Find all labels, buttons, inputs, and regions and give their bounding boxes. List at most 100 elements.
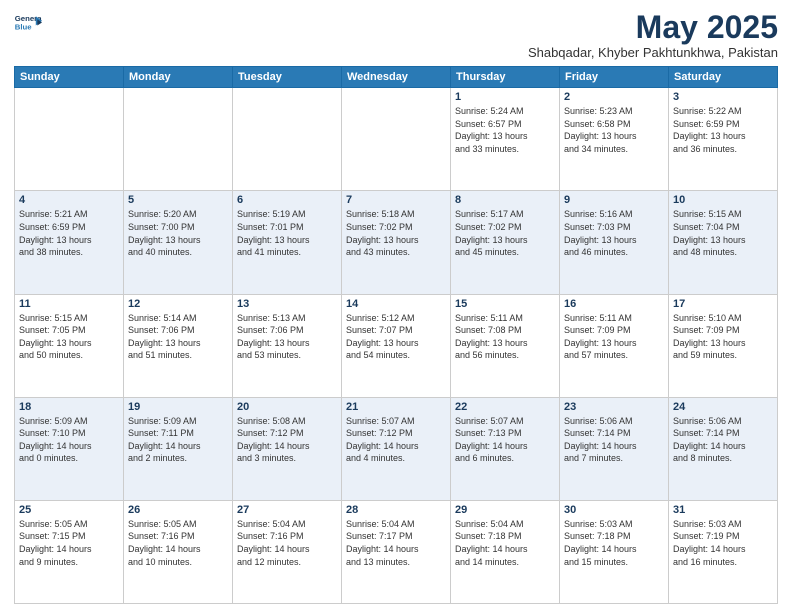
calendar-cell: 5 Sunrise: 5:20 AM Sunset: 7:00 PM Daylig… — [124, 191, 233, 294]
day-number: 28 — [346, 504, 446, 516]
week-row-3: 11Sunrise: 5:15 AM Sunset: 7:05 PM Dayli… — [15, 294, 778, 397]
day-info: Sunrise: 5:15 AM Sunset: 7:04 PM Dayligh… — [673, 208, 773, 258]
day-info: Sunrise: 5:03 AM Sunset: 7:18 PM Dayligh… — [564, 518, 664, 568]
calendar-cell: 31Sunrise: 5:03 AM Sunset: 7:19 PM Dayli… — [669, 500, 778, 603]
day-number: 30 — [564, 504, 664, 516]
day-number: 19 — [128, 401, 228, 413]
day-info: Sunrise: 5:04 AM Sunset: 7:16 PM Dayligh… — [237, 518, 337, 568]
weekday-header-sunday: Sunday — [15, 67, 124, 88]
week-row-5: 25 Sunrise: 5:05 AM Sunset: 7:15 PM Dayli… — [15, 500, 778, 603]
day-info: Sunrise: 5:09 AM Sunset: 7:11 PM Dayligh… — [128, 415, 228, 465]
day-number: 23 — [564, 401, 664, 413]
day-info: Sunrise: 5:04 AM Sunset: 7:18 PM Dayligh… — [455, 518, 555, 568]
day-number: 11 — [19, 298, 119, 310]
day-number: 13 — [237, 298, 337, 310]
calendar-cell: 25 Sunrise: 5:05 AM Sunset: 7:15 PM Dayli… — [15, 500, 124, 603]
day-number: 26 — [128, 504, 228, 516]
day-number: 25 — [19, 504, 119, 516]
calendar-cell: 15 Sunrise: 5:11 AM Sunset: 7:08 PM Dayli… — [451, 294, 560, 397]
day-number: 5 — [128, 194, 228, 206]
day-number: 21 — [346, 401, 446, 413]
day-info: Sunrise: 5:22 AM Sunset: 6:59 PM Dayligh… — [673, 105, 773, 155]
day-info: Sunrise: 5:03 AM Sunset: 7:19 PM Dayligh… — [673, 518, 773, 568]
day-info: Sunrise: 5:04 AM Sunset: 7:17 PM Dayligh… — [346, 518, 446, 568]
weekday-header-monday: Monday — [124, 67, 233, 88]
day-number: 8 — [455, 194, 555, 206]
day-number: 12 — [128, 298, 228, 310]
calendar-cell: 4 Sunrise: 5:21 AM Sunset: 6:59 PM Daylig… — [15, 191, 124, 294]
month-title: May 2025 — [528, 10, 778, 45]
calendar-cell: 10 Sunrise: 5:15 AM Sunset: 7:04 PM Dayli… — [669, 191, 778, 294]
calendar-cell: 9Sunrise: 5:16 AM Sunset: 7:03 PM Daylig… — [560, 191, 669, 294]
calendar-cell — [342, 88, 451, 191]
logo: General Blue — [14, 10, 42, 38]
day-number: 2 — [564, 91, 664, 103]
day-info: Sunrise: 5:07 AM Sunset: 7:12 PM Dayligh… — [346, 415, 446, 465]
calendar-cell: 1Sunrise: 5:24 AM Sunset: 6:57 PM Daylig… — [451, 88, 560, 191]
day-info: Sunrise: 5:18 AM Sunset: 7:02 PM Dayligh… — [346, 208, 446, 258]
day-info: Sunrise: 5:13 AM Sunset: 7:06 PM Dayligh… — [237, 312, 337, 362]
weekday-header-saturday: Saturday — [669, 67, 778, 88]
calendar-cell: 28 Sunrise: 5:04 AM Sunset: 7:17 PM Dayli… — [342, 500, 451, 603]
weekday-header-row: SundayMondayTuesdayWednesdayThursdayFrid… — [15, 67, 778, 88]
day-info: Sunrise: 5:19 AM Sunset: 7:01 PM Dayligh… — [237, 208, 337, 258]
calendar-cell: 3 Sunrise: 5:22 AM Sunset: 6:59 PM Daylig… — [669, 88, 778, 191]
day-info: Sunrise: 5:09 AM Sunset: 7:10 PM Dayligh… — [19, 415, 119, 465]
day-number: 10 — [673, 194, 773, 206]
calendar-cell: 18 Sunrise: 5:09 AM Sunset: 7:10 PM Dayli… — [15, 397, 124, 500]
calendar-cell: 16 Sunrise: 5:11 AM Sunset: 7:09 PM Dayli… — [560, 294, 669, 397]
calendar-cell: 7Sunrise: 5:18 AM Sunset: 7:02 PM Daylig… — [342, 191, 451, 294]
day-info: Sunrise: 5:11 AM Sunset: 7:09 PM Dayligh… — [564, 312, 664, 362]
day-number: 29 — [455, 504, 555, 516]
calendar-cell: 20 Sunrise: 5:08 AM Sunset: 7:12 PM Dayli… — [233, 397, 342, 500]
calendar-cell: 12 Sunrise: 5:14 AM Sunset: 7:06 PM Dayli… — [124, 294, 233, 397]
calendar-cell — [124, 88, 233, 191]
day-info: Sunrise: 5:11 AM Sunset: 7:08 PM Dayligh… — [455, 312, 555, 362]
day-info: Sunrise: 5:20 AM Sunset: 7:00 PM Dayligh… — [128, 208, 228, 258]
header: General Blue May 2025 Shabqadar, Khyber … — [14, 10, 778, 60]
day-info: Sunrise: 5:08 AM Sunset: 7:12 PM Dayligh… — [237, 415, 337, 465]
day-number: 16 — [564, 298, 664, 310]
weekday-header-tuesday: Tuesday — [233, 67, 342, 88]
calendar-cell — [233, 88, 342, 191]
day-number: 3 — [673, 91, 773, 103]
calendar-cell: 30 Sunrise: 5:03 AM Sunset: 7:18 PM Dayli… — [560, 500, 669, 603]
weekday-header-wednesday: Wednesday — [342, 67, 451, 88]
calendar-cell: 8 Sunrise: 5:17 AM Sunset: 7:02 PM Daylig… — [451, 191, 560, 294]
day-number: 27 — [237, 504, 337, 516]
day-info: Sunrise: 5:14 AM Sunset: 7:06 PM Dayligh… — [128, 312, 228, 362]
svg-text:Blue: Blue — [15, 22, 33, 31]
day-info: Sunrise: 5:06 AM Sunset: 7:14 PM Dayligh… — [564, 415, 664, 465]
day-info: Sunrise: 5:05 AM Sunset: 7:16 PM Dayligh… — [128, 518, 228, 568]
day-number: 1 — [455, 91, 555, 103]
location-title: Shabqadar, Khyber Pakhtunkhwa, Pakistan — [528, 45, 778, 60]
day-number: 18 — [19, 401, 119, 413]
calendar-cell: 24Sunrise: 5:06 AM Sunset: 7:14 PM Dayli… — [669, 397, 778, 500]
day-info: Sunrise: 5:06 AM Sunset: 7:14 PM Dayligh… — [673, 415, 773, 465]
calendar-cell: 11Sunrise: 5:15 AM Sunset: 7:05 PM Dayli… — [15, 294, 124, 397]
day-info: Sunrise: 5:17 AM Sunset: 7:02 PM Dayligh… — [455, 208, 555, 258]
title-block: May 2025 Shabqadar, Khyber Pakhtunkhwa, … — [528, 10, 778, 60]
day-info: Sunrise: 5:21 AM Sunset: 6:59 PM Dayligh… — [19, 208, 119, 258]
day-info: Sunrise: 5:12 AM Sunset: 7:07 PM Dayligh… — [346, 312, 446, 362]
calendar-cell: 14 Sunrise: 5:12 AM Sunset: 7:07 PM Dayli… — [342, 294, 451, 397]
day-number: 20 — [237, 401, 337, 413]
calendar-cell: 29 Sunrise: 5:04 AM Sunset: 7:18 PM Dayli… — [451, 500, 560, 603]
day-number: 15 — [455, 298, 555, 310]
logo-icon: General Blue — [14, 10, 42, 38]
weekday-header-thursday: Thursday — [451, 67, 560, 88]
calendar-cell: 17Sunrise: 5:10 AM Sunset: 7:09 PM Dayli… — [669, 294, 778, 397]
calendar-cell — [15, 88, 124, 191]
week-row-2: 4 Sunrise: 5:21 AM Sunset: 6:59 PM Daylig… — [15, 191, 778, 294]
calendar-cell: 26 Sunrise: 5:05 AM Sunset: 7:16 PM Dayli… — [124, 500, 233, 603]
day-number: 14 — [346, 298, 446, 310]
calendar-cell: 2 Sunrise: 5:23 AM Sunset: 6:58 PM Daylig… — [560, 88, 669, 191]
weekday-header-friday: Friday — [560, 67, 669, 88]
day-number: 4 — [19, 194, 119, 206]
calendar-cell: 19 Sunrise: 5:09 AM Sunset: 7:11 PM Dayli… — [124, 397, 233, 500]
day-info: Sunrise: 5:05 AM Sunset: 7:15 PM Dayligh… — [19, 518, 119, 568]
day-info: Sunrise: 5:23 AM Sunset: 6:58 PM Dayligh… — [564, 105, 664, 155]
day-number: 22 — [455, 401, 555, 413]
calendar-cell: 6Sunrise: 5:19 AM Sunset: 7:01 PM Daylig… — [233, 191, 342, 294]
week-row-1: 1Sunrise: 5:24 AM Sunset: 6:57 PM Daylig… — [15, 88, 778, 191]
